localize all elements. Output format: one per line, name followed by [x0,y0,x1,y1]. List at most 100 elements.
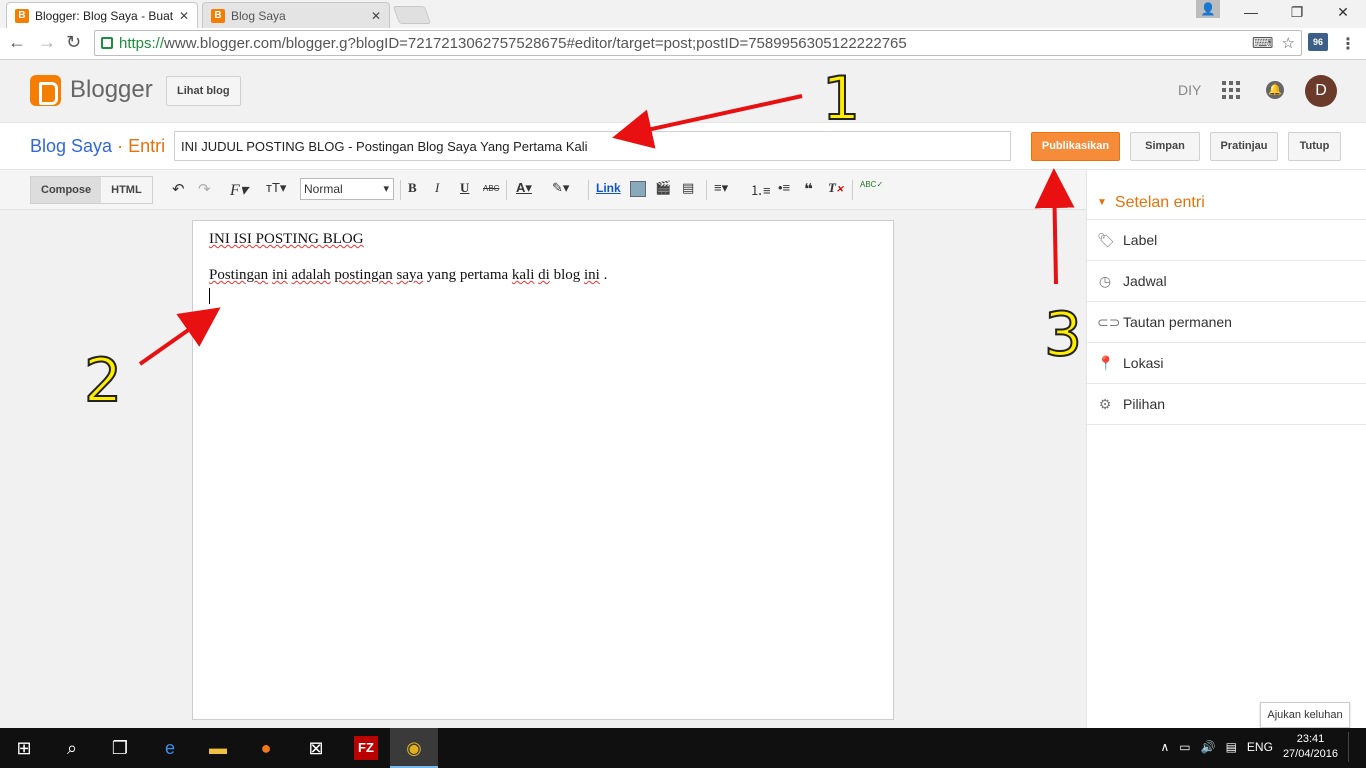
sidebar-item-label[interactable]: 🏷 Label [1087,220,1366,261]
insert-link-button[interactable]: Link [596,181,621,195]
chrome-taskbar-button[interactable]: ◉ [390,728,438,768]
body-word-ini: INI ISI POSTING BLOG [209,231,364,247]
network-icon[interactable]: ▭ [1179,740,1190,754]
action-center-icon[interactable]: ▤ [1226,740,1237,754]
lock-icon [101,37,113,49]
toolbar-divider [706,180,707,200]
breadcrumb-section: Entri [128,136,166,156]
tray-overflow-icon[interactable]: ∧ [1160,740,1169,754]
tab-close-icon[interactable]: ✕ [371,9,381,23]
sidebar-item-permalink[interactable]: ⊂⊃ Tautan permanen [1087,302,1366,343]
html-mode-button[interactable]: HTML [101,177,152,203]
sidebar-item-text: Jadwal [1123,273,1167,289]
window-controls: — ❐ ✕ [1228,0,1366,26]
extension-badge[interactable]: 96 [1308,33,1328,51]
body-word: adalah [291,267,331,283]
font-family-icon[interactable]: F▾ [230,180,248,200]
browser-menu-icon[interactable]: ⋮ [1340,34,1356,54]
restore-icon[interactable]: ❐ [1274,0,1320,26]
format-select[interactable]: Normal [300,178,394,200]
system-tray: ∧ ▭ 🔊 ▤ ENG 23:41 27/04/2016 [1160,732,1354,762]
window-close-icon[interactable]: ✕ [1320,0,1366,26]
search-icon[interactable]: ⌕ [60,736,84,760]
tab-label: Blogger: Blog Saya - Buat [35,8,174,23]
publish-button[interactable]: Publikasikan [1031,132,1120,161]
firefox-icon[interactable]: ● [254,736,278,760]
numbered-list-icon[interactable]: ⒈≡ [750,180,771,199]
task-view-icon[interactable]: ❐ [108,736,132,760]
language-indicator[interactable]: ENG [1247,740,1273,754]
reload-icon[interactable]: ↻ [66,32,81,53]
apps-grid-icon[interactable] [1222,81,1240,99]
tab-blogger-editor[interactable]: B Blogger: Blog Saya - Buat ✕ [6,2,198,28]
blogger-brand[interactable]: Blogger [70,76,153,104]
new-tab-button[interactable] [392,6,432,24]
insert-video-icon[interactable]: 🎬 [655,180,671,196]
post-settings-heading[interactable]: ▼ Setelan entri [1087,170,1366,220]
show-desktop-button[interactable] [1348,732,1354,762]
insert-image-icon[interactable] [630,181,646,197]
collapse-triangle-icon: ▼ [1097,197,1107,208]
body-word: blog [553,267,581,283]
browser-tab-strip: B Blogger: Blog Saya - Buat ✕ B Blog Say… [0,0,1366,28]
breadcrumb-blog-name[interactable]: Blog Saya [30,136,112,156]
strikethrough-icon[interactable]: ABC [483,184,499,193]
compose-mode-button[interactable]: Compose [31,177,102,203]
browser-user-icon[interactable]: 👤 [1196,0,1220,18]
edge-browser-icon[interactable]: e [158,736,182,760]
store-icon[interactable]: ⊠ [304,736,328,760]
quote-icon[interactable]: ❝ [804,180,813,198]
forward-arrow-icon[interactable]: → [38,32,56,53]
address-bar[interactable]: https://www.blogger.com/blogger.g?blogID… [94,30,1302,56]
save-button[interactable]: Simpan [1130,132,1200,161]
bold-icon[interactable]: B [408,180,417,196]
highlight-color-icon[interactable]: ✎▾ [552,180,569,196]
italic-icon[interactable]: I [435,180,439,196]
sidebar-item-location[interactable]: 📍 Lokasi [1087,343,1366,384]
undo-icon[interactable]: ↶ [172,180,185,198]
url-path: www.blogger.com/blogger.g?blogID=7217213… [164,34,907,52]
volume-icon[interactable]: 🔊 [1201,740,1216,754]
bullet-list-icon[interactable]: •≡ [778,180,790,195]
underline-icon[interactable]: U [460,180,469,196]
align-icon[interactable]: ≡▾ [714,180,728,196]
body-line-1: INI ISI POSTING BLOG [209,230,877,248]
tab-blog-saya[interactable]: B Blog Saya ✕ [202,2,390,28]
file-explorer-icon[interactable]: ▬ [206,736,230,760]
body-word: di [538,267,550,283]
toolbar-divider [400,180,401,200]
translate-icon[interactable]: ⌨ [1252,34,1274,52]
chrome-icon: ◉ [406,738,422,758]
spellcheck-icon[interactable]: ABC✓ [860,180,883,189]
body-line-2: Postingan ini adalah postingan saya yang… [209,266,877,284]
tab-close-icon[interactable]: ✕ [179,9,189,23]
text-color-icon[interactable]: A▾ [516,180,532,196]
body-word: Postingan [209,267,269,283]
url-scheme: https:// [119,34,165,52]
avatar[interactable]: D [1305,75,1337,107]
back-arrow-icon[interactable]: ← [8,32,26,53]
blogger-favicon-icon: B [211,8,225,23]
blogger-logo-icon[interactable] [30,75,61,106]
sidebar-item-schedule[interactable]: ◷ Jadwal [1087,261,1366,302]
bookmark-star-icon[interactable]: ☆ [1282,34,1295,52]
notification-bell-icon[interactable]: 🔔 [1266,81,1284,99]
redo-icon[interactable]: ↷ [198,180,211,198]
clock[interactable]: 23:41 27/04/2016 [1283,732,1338,762]
sidebar-item-options[interactable]: ⚙ Pilihan [1087,384,1366,425]
blog-label-diy[interactable]: DIY [1178,82,1201,98]
remove-formatting-icon[interactable]: T✕ [828,180,844,196]
minimize-icon[interactable]: — [1228,0,1274,26]
sidebar-item-text: Tautan permanen [1123,314,1232,330]
close-button[interactable]: Tutup [1288,132,1341,161]
insert-jump-break-icon[interactable]: ▤ [682,180,694,196]
feedback-button[interactable]: Ajukan keluhan [1260,702,1350,728]
preview-button[interactable]: Pratinjau [1210,132,1278,161]
font-size-icon[interactable]: тT▾ [266,180,286,196]
filezilla-icon[interactable]: FZ [354,736,378,760]
post-body-editor[interactable]: INI ISI POSTING BLOG Postingan ini adala… [192,220,894,720]
windows-start-icon[interactable]: ⊞ [12,736,36,760]
breadcrumb-separator: · [117,136,124,156]
view-blog-button[interactable]: Lihat blog [166,76,241,106]
post-title-input[interactable] [174,131,1011,161]
